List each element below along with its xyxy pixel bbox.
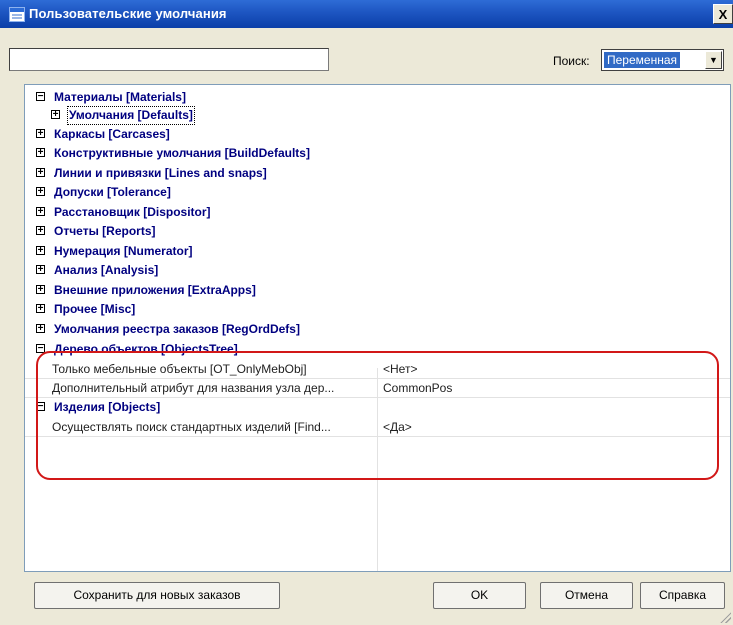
tree-section-label: Умолчания [Defaults] (67, 106, 195, 125)
close-button[interactable]: X (713, 4, 733, 24)
tree-section[interactable]: + Расстановщик [Dispositor] (25, 204, 730, 221)
filter-input[interactable] (9, 48, 329, 71)
tree-section[interactable]: + Каркасы [Carcases] (25, 126, 730, 143)
search-label: Поиск: (553, 54, 590, 68)
tree-section-label: Нумерация [Numerator] (54, 244, 193, 258)
expand-icon[interactable]: + (36, 265, 45, 275)
settings-tree[interactable]: − Материалы [Materials] + Умолчания [Def… (24, 84, 731, 572)
tree-section-label: Каркасы [Carcases] (54, 127, 170, 141)
property-row[interactable]: Только мебельные объекты [OT_OnlyMebObj]… (25, 360, 730, 379)
property-value[interactable]: <Нет> (383, 360, 417, 378)
cancel-button[interactable]: Отмена (540, 582, 633, 609)
expand-icon[interactable]: + (36, 324, 45, 334)
collapse-icon[interactable]: − (36, 92, 45, 102)
search-mode-select[interactable]: Переменная ▼ (601, 49, 724, 71)
tree-section-label: Отчеты [Reports] (54, 224, 156, 238)
property-value[interactable]: <Да> (383, 418, 412, 436)
tree-section[interactable]: − Материалы [Materials] (25, 89, 730, 106)
tree-section-label: Расстановщик [Dispositor] (54, 205, 211, 219)
tree-section-label: Прочее [Misc] (54, 302, 136, 316)
tree-section[interactable]: + Нумерация [Numerator] (25, 243, 730, 260)
expand-icon[interactable]: + (36, 148, 45, 158)
tree-section[interactable]: + Отчеты [Reports] (25, 223, 730, 240)
save-for-new-orders-button[interactable]: Сохранить для новых заказов (34, 582, 280, 609)
tree-section[interactable]: + Конструктивные умолчания [BuildDefault… (25, 145, 730, 162)
tree-section[interactable]: + Прочее [Misc] (25, 301, 730, 318)
tree-section-label: Изделия [Objects] (54, 400, 161, 414)
search-mode-value: Переменная (604, 52, 680, 68)
collapse-icon[interactable]: − (36, 344, 45, 354)
tree-section-label: Анализ [Analysis] (54, 263, 159, 277)
tree-section[interactable]: − Дерево объектов [ObjectsTree] (25, 341, 730, 358)
title-bar: Пользовательские умолчания X (0, 0, 733, 28)
tree-section[interactable]: + Допуски [Tolerance] (25, 184, 730, 201)
property-row[interactable]: Дополнительный атрибут для названия узла… (25, 379, 730, 398)
ok-button[interactable]: OK (433, 582, 526, 609)
help-button[interactable]: Справка (640, 582, 725, 609)
tree-section[interactable]: + Анализ [Analysis] (25, 262, 730, 279)
collapse-icon[interactable]: − (36, 402, 45, 412)
expand-icon[interactable]: + (36, 187, 45, 197)
tree-section-label: Умолчания реестра заказов [RegOrdDefs] (54, 322, 300, 336)
window-title: Пользовательские умолчания (29, 6, 227, 21)
tree-section-label: Допуски [Tolerance] (54, 185, 171, 199)
tree-section[interactable]: + Умолчания реестра заказов [RegOrdDefs] (25, 321, 730, 338)
property-name: Только мебельные объекты [OT_OnlyMebObj] (52, 362, 307, 376)
tree-section-label: Материалы [Materials] (54, 90, 186, 104)
tree-section-label: Дерево объектов [ObjectsTree] (54, 342, 238, 356)
expand-icon[interactable]: + (36, 304, 45, 314)
tree-section[interactable]: + Умолчания [Defaults] (25, 106, 730, 125)
resize-grip-icon[interactable] (719, 611, 731, 623)
tree-section[interactable]: + Линии и привязки [Lines and snaps] (25, 165, 730, 182)
property-row[interactable]: Осуществлять поиск стандартных изделий [… (25, 418, 730, 437)
expand-icon[interactable]: + (36, 285, 45, 295)
tree-section[interactable]: − Изделия [Objects] (25, 399, 730, 416)
dropdown-arrow-icon[interactable]: ▼ (705, 51, 722, 69)
property-name: Дополнительный атрибут для названия узла… (52, 381, 335, 395)
window-app-icon (9, 7, 25, 22)
tree-section[interactable]: + Внешние приложения [ExtraApps] (25, 282, 730, 299)
expand-icon[interactable]: + (36, 168, 45, 178)
property-value[interactable]: CommonPos (383, 379, 452, 397)
tree-section-label: Конструктивные умолчания [BuildDefaults] (54, 146, 310, 160)
property-name: Осуществлять поиск стандартных изделий [… (52, 420, 331, 434)
expand-icon[interactable]: + (36, 226, 45, 236)
expand-icon[interactable]: + (36, 207, 45, 217)
tree-section-label: Внешние приложения [ExtraApps] (54, 283, 256, 297)
tree-section-label: Линии и привязки [Lines and snaps] (54, 166, 267, 180)
expand-icon[interactable]: + (51, 110, 60, 120)
expand-icon[interactable]: + (36, 129, 45, 139)
expand-icon[interactable]: + (36, 246, 45, 256)
